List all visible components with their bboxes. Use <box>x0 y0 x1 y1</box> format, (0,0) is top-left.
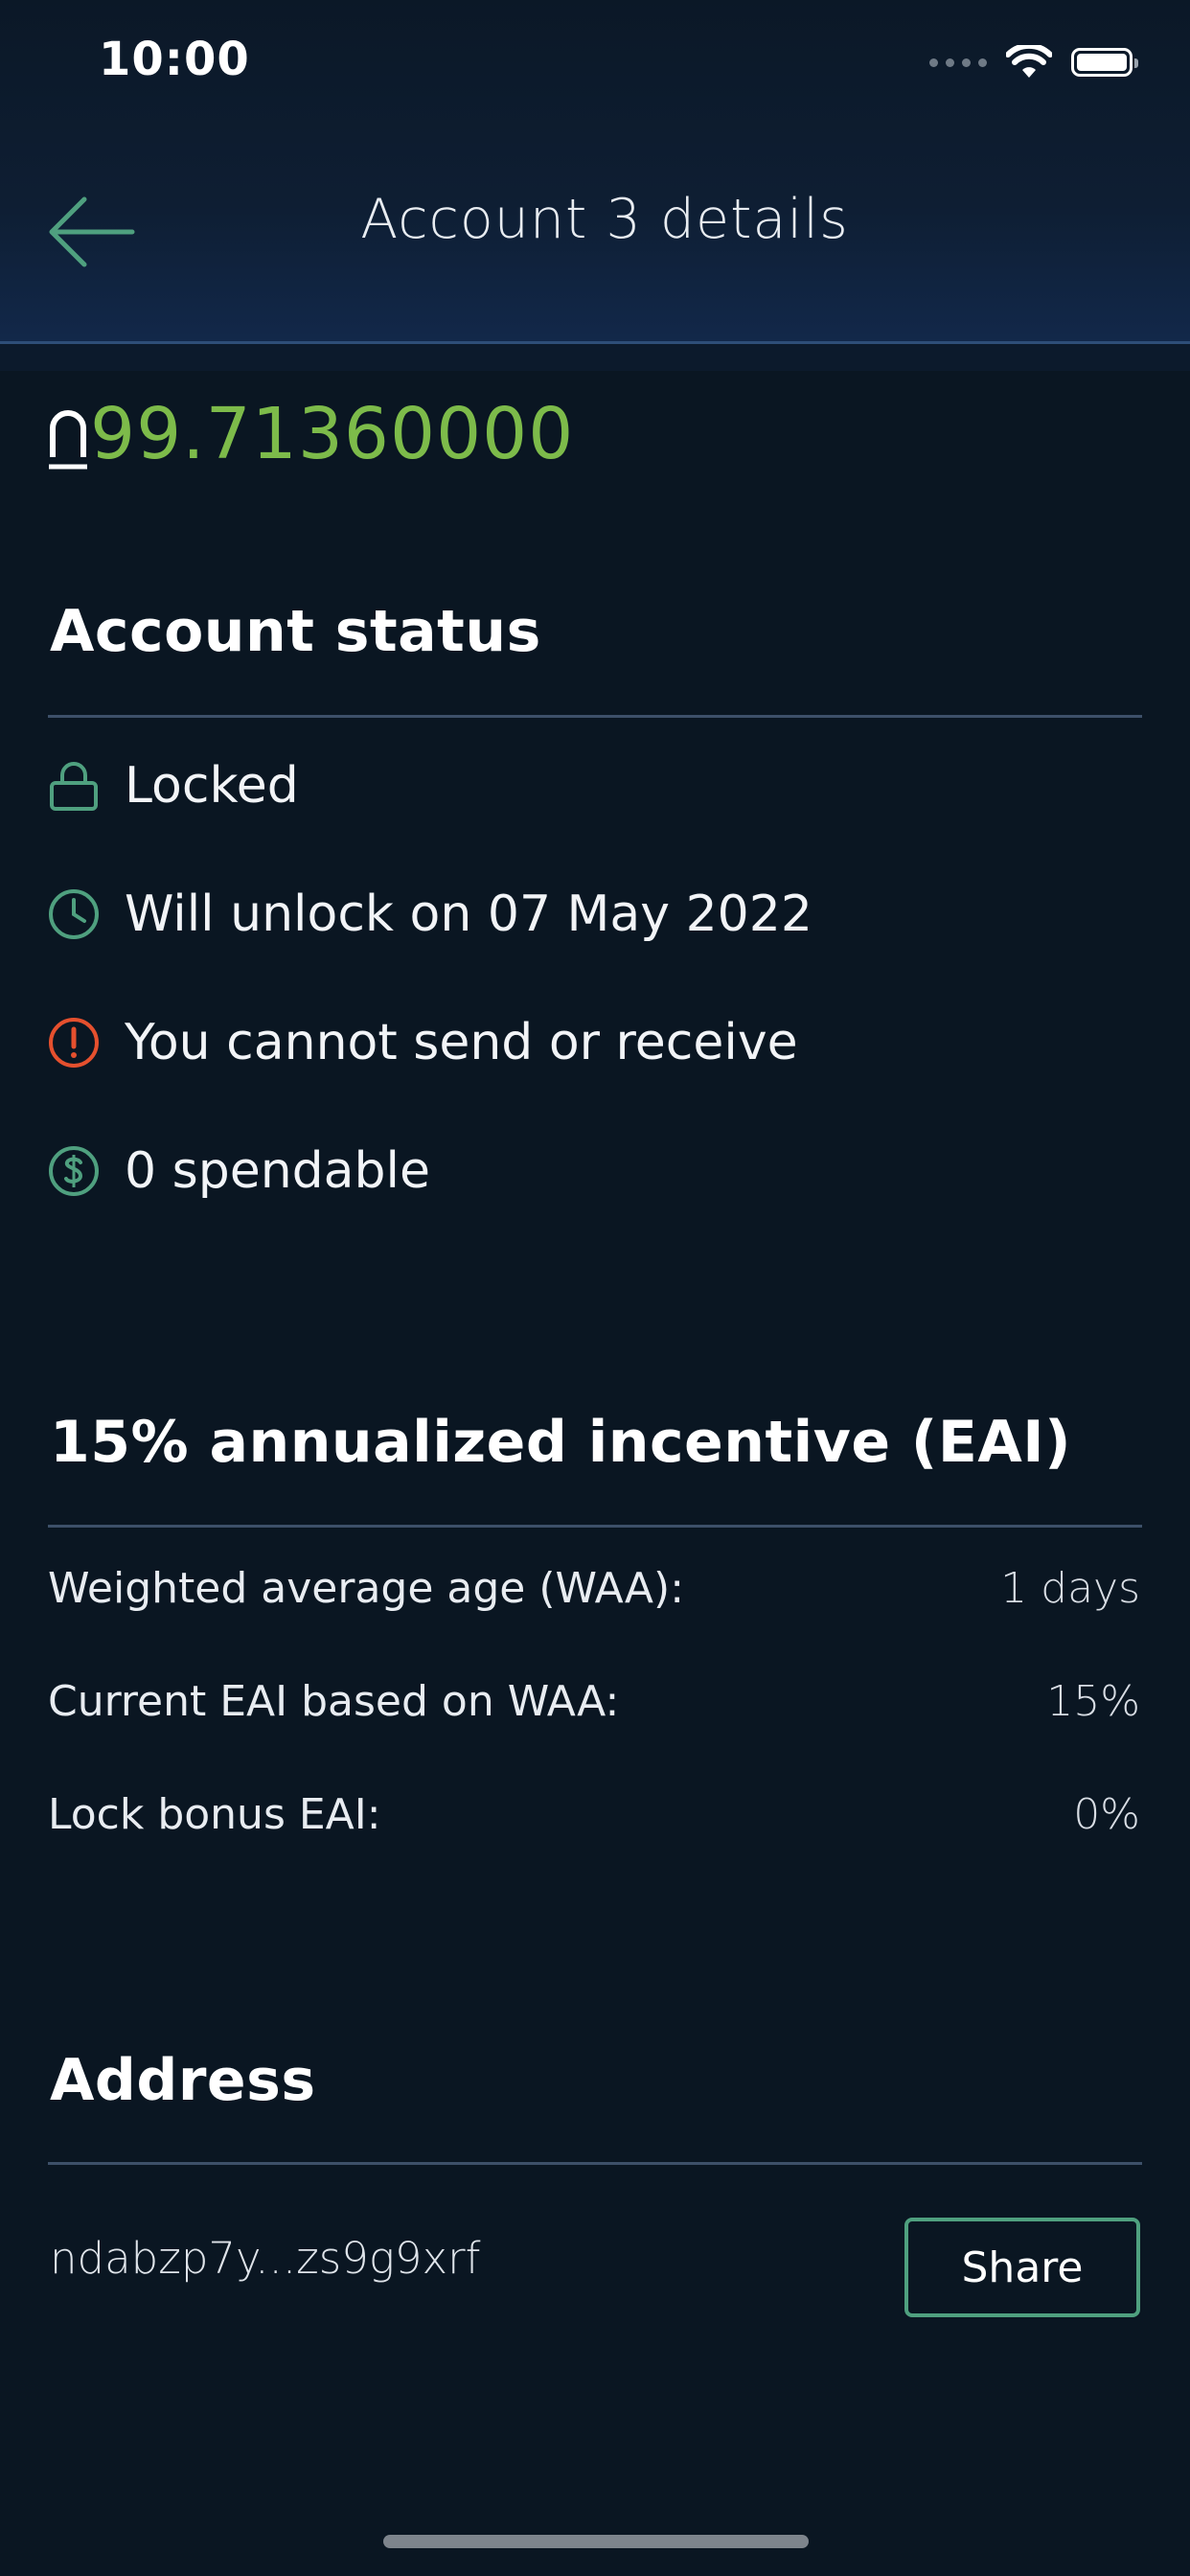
cellular-signal-icon <box>929 58 987 67</box>
lock-icon <box>48 760 100 812</box>
waa-value: 1 days <box>1000 1564 1140 1613</box>
warning-icon <box>48 1017 100 1069</box>
status-bar-time: 10:00 <box>99 33 250 86</box>
current-eai-label: Current EAI based on WAA: <box>48 1677 620 1726</box>
status-locked: Locked <box>48 757 299 815</box>
page-title: Account 3 details <box>360 188 849 251</box>
waa-row: Weighted average age (WAA): 1 days <box>48 1564 1140 1613</box>
status-unlock-date: Will unlock on 07 May 2022 <box>48 886 812 943</box>
header-sub-band <box>0 344 1190 371</box>
address-value: ndabzp7y...zs9g9xrf <box>50 2233 481 2284</box>
section-divider <box>48 715 1142 718</box>
address-heading: Address <box>50 2047 316 2114</box>
status-unlock-label: Will unlock on 07 May 2022 <box>125 886 812 943</box>
balance: 99.71360000 <box>48 393 574 475</box>
home-indicator[interactable] <box>383 2535 809 2548</box>
currency-symbol-icon <box>49 410 87 470</box>
status-locked-label: Locked <box>125 757 299 815</box>
status-send-receive: You cannot send or receive <box>48 1014 798 1071</box>
incentive-heading: 15% annualized incentive (EAI) <box>50 1409 1071 1476</box>
wifi-icon <box>1006 45 1052 78</box>
status-send-receive-label: You cannot send or receive <box>125 1014 798 1071</box>
balance-amount: 99.71360000 <box>90 393 575 475</box>
status-bar-icons <box>929 40 1138 84</box>
account-details-screen: 10:00 Account 3 details 99.71360000 Acco… <box>0 0 1190 2576</box>
lock-bonus-row: Lock bonus EAI: 0% <box>48 1790 1140 1839</box>
dollar-icon <box>48 1145 100 1197</box>
battery-icon <box>1071 48 1138 77</box>
section-divider <box>48 1525 1142 1528</box>
current-eai-value: 15% <box>1046 1677 1140 1726</box>
account-status-heading: Account status <box>50 598 541 665</box>
lock-bonus-label: Lock bonus EAI: <box>48 1790 381 1839</box>
clock-icon <box>48 888 100 940</box>
status-spendable: 0 spendable <box>48 1142 430 1200</box>
current-eai-row: Current EAI based on WAA: 15% <box>48 1677 1140 1726</box>
lock-bonus-value: 0% <box>1073 1790 1140 1839</box>
share-button[interactable]: Share <box>904 2218 1140 2317</box>
waa-label: Weighted average age (WAA): <box>48 1564 685 1613</box>
status-spendable-label: 0 spendable <box>125 1142 430 1200</box>
section-divider <box>48 2162 1142 2165</box>
